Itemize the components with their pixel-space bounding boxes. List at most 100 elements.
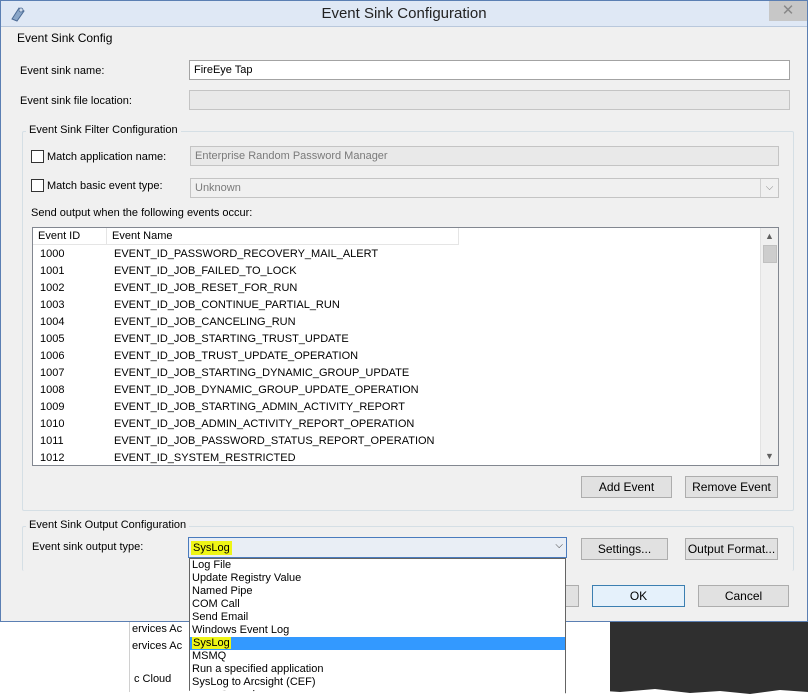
dropdown-option-label: Send Email [192, 611, 249, 623]
dropdown-option[interactable]: MSMQ [190, 650, 565, 663]
output-type-dropdown[interactable]: Log File Update Registry Value Named Pipe C… [189, 558, 566, 698]
table-row[interactable]: 1007 EVENT_ID_JOB_STARTING_DYNAMIC_GROUP_… [33, 365, 760, 382]
table-row[interactable]: 1012 EVENT_ID_SYSTEM_RESTRICTED [33, 450, 760, 465]
cancel-button[interactable]: Cancel [698, 585, 789, 607]
table-row[interactable]: 1008 EVENT_ID_JOB_DYNAMIC_GROUP_UPDATE_OP… [33, 382, 760, 399]
event-id-cell: 1010 [40, 418, 65, 430]
dropdown-option[interactable]: Update Registry Value [190, 572, 565, 585]
event-name-cell: EVENT_ID_JOB_DYNAMIC_GROUP_UPDATE_OPERAT… [114, 384, 419, 396]
column-header-event-name[interactable]: Event Name [107, 228, 459, 245]
event-name-cell: EVENT_ID_PASSWORD_RECOVERY_MAIL_ALERT [114, 248, 379, 260]
event-name-cell: EVENT_ID_JOB_STARTING_TRUST_UPDATE [114, 333, 349, 345]
dropdown-option-label: Windows Event Log [192, 624, 290, 636]
close-button[interactable]: ✕ [769, 1, 807, 21]
scroll-up-icon[interactable]: ▲ [761, 228, 778, 245]
event-sink-dialog: Event Sink Configuration ✕ Event Sink Co… [0, 0, 808, 622]
event-name-cell: EVENT_ID_JOB_ADMIN_ACTIVITY_REPORT_OPERA… [114, 418, 415, 430]
table-row[interactable]: 1011 EVENT_ID_JOB_PASSWORD_STATUS_REPORT_… [33, 433, 760, 450]
output-group-title: Event Sink Output Configuration [26, 519, 190, 531]
event-name-cell: EVENT_ID_JOB_CANCELING_RUN [114, 316, 296, 328]
dropdown-option-label: Update Registry Value [192, 572, 302, 584]
event-id-cell: 1000 [40, 248, 65, 260]
output-type-value: SysLog [191, 541, 232, 555]
dropdown-option[interactable]: Run a specified application [190, 663, 565, 676]
dropdown-option-label: Named Pipe [192, 585, 253, 597]
settings-button[interactable]: Settings... [581, 538, 668, 560]
match-event-label: Match basic event type: [47, 180, 163, 192]
scroll-down-icon[interactable]: ▼ [761, 448, 778, 465]
event-id-cell: 1009 [40, 401, 65, 413]
dropdown-option[interactable]: Send Email [190, 611, 565, 624]
event-id-cell: 1001 [40, 265, 65, 277]
event-name-cell: EVENT_ID_JOB_TRUST_UPDATE_OPERATION [114, 350, 359, 362]
title-bar[interactable]: Event Sink Configuration ✕ [1, 1, 807, 27]
section-title: Event Sink Config [17, 31, 113, 45]
table-row[interactable]: 1004 EVENT_ID_JOB_CANCELING_RUN [33, 314, 760, 331]
table-row[interactable]: 1010 EVENT_ID_JOB_ADMIN_ACTIVITY_REPORT_O… [33, 416, 760, 433]
sink-name-input[interactable]: FireEye Tap [189, 60, 790, 80]
dropdown-option[interactable]: Windows Event Log [190, 624, 565, 637]
output-type-combo[interactable]: SysLog ⌵ [188, 537, 567, 558]
table-row[interactable]: 1009 EVENT_ID_JOB_STARTING_ADMIN_ACTIVITY… [33, 399, 760, 416]
column-header-event-id[interactable]: Event ID [33, 228, 107, 245]
sink-location-input [189, 90, 790, 110]
background-text-1: ervices Ac [132, 623, 183, 635]
dropdown-option-label: SysLog [192, 637, 231, 649]
sink-name-label: Event sink name: [20, 65, 105, 77]
close-icon: ✕ [781, 2, 795, 19]
table-row[interactable]: 1003 EVENT_ID_JOB_CONTINUE_PARTIAL_RUN [33, 297, 760, 314]
dropdown-option[interactable]: SysLog [190, 637, 565, 650]
remove-event-button[interactable]: Remove Event [685, 476, 778, 498]
events-header: Event ID Event Name [33, 228, 459, 245]
output-format-button[interactable]: Output Format... [685, 538, 778, 560]
match-event-value: Unknown [195, 182, 241, 194]
chevron-down-icon: ⌵ [760, 179, 778, 197]
torn-edge [0, 689, 808, 698]
match-app-input: Enterprise Random Password Manager [190, 146, 779, 166]
table-row[interactable]: 1000 EVENT_ID_PASSWORD_RECOVERY_MAIL_ALER… [33, 246, 760, 263]
output-type-label: Event sink output type: [32, 541, 144, 553]
dropdown-option-label: MSMQ [192, 650, 227, 662]
chevron-down-icon: ⌵ [555, 540, 563, 551]
match-app-label: Match application name: [47, 151, 167, 163]
event-id-cell: 1007 [40, 367, 65, 379]
sink-location-label: Event sink file location: [20, 95, 132, 107]
event-name-cell: EVENT_ID_JOB_CONTINUE_PARTIAL_RUN [114, 299, 340, 311]
table-row[interactable]: 1006 EVENT_ID_JOB_TRUST_UPDATE_OPERATION [33, 348, 760, 365]
event-id-cell: 1012 [40, 452, 65, 464]
event-name-cell: EVENT_ID_JOB_FAILED_TO_LOCK [114, 265, 297, 277]
table-row[interactable]: 1001 EVENT_ID_JOB_FAILED_TO_LOCK [33, 263, 760, 280]
dropdown-option[interactable]: Log File [190, 559, 565, 572]
background-text-2: ervices Ac [132, 640, 183, 652]
event-name-cell: EVENT_ID_JOB_RESET_FOR_RUN [114, 282, 298, 294]
events-listview[interactable]: Event ID Event Name 1000 EVENT_ID_PASSWOR… [32, 227, 779, 466]
table-row[interactable]: 1002 EVENT_ID_JOB_RESET_FOR_RUN [33, 280, 760, 297]
table-row[interactable]: 1005 EVENT_ID_JOB_STARTING_TRUST_UPDATE [33, 331, 760, 348]
window-title: Event Sink Configuration [321, 5, 487, 22]
dropdown-option[interactable]: COM Call [190, 598, 565, 611]
ok-button[interactable]: OK [592, 585, 685, 607]
event-id-cell: 1002 [40, 282, 65, 294]
background-text-3: c Cloud [134, 673, 172, 685]
events-scrollbar[interactable]: ▲ ▼ [760, 228, 778, 465]
event-name-cell: EVENT_ID_SYSTEM_RESTRICTED [114, 452, 296, 464]
add-event-button[interactable]: Add Event [581, 476, 672, 498]
match-app-checkbox[interactable] [31, 150, 44, 163]
dropdown-option-label: COM Call [192, 598, 240, 610]
event-id-cell: 1004 [40, 316, 65, 328]
event-id-cell: 1008 [40, 384, 65, 396]
event-name-cell: EVENT_ID_JOB_PASSWORD_STATUS_REPORT_OPER… [114, 435, 435, 447]
event-name-cell: EVENT_ID_JOB_STARTING_DYNAMIC_GROUP_UPDA… [114, 367, 410, 379]
event-id-cell: 1003 [40, 299, 65, 311]
dropdown-option[interactable]: Named Pipe [190, 585, 565, 598]
scroll-thumb[interactable] [763, 245, 777, 263]
match-event-combo: Unknown ⌵ [190, 178, 779, 198]
events-rows: 1000 EVENT_ID_PASSWORD_RECOVERY_MAIL_ALER… [33, 246, 760, 465]
dropdown-option-label: Log File [192, 559, 232, 571]
filter-group-title: Event Sink Filter Configuration [26, 124, 181, 136]
event-name-cell: EVENT_ID_JOB_STARTING_ADMIN_ACTIVITY_REP… [114, 401, 405, 413]
match-event-checkbox[interactable] [31, 179, 44, 192]
event-id-cell: 1011 [40, 435, 64, 447]
send-output-label: Send output when the following events oc… [31, 207, 253, 219]
event-id-cell: 1006 [40, 350, 65, 362]
